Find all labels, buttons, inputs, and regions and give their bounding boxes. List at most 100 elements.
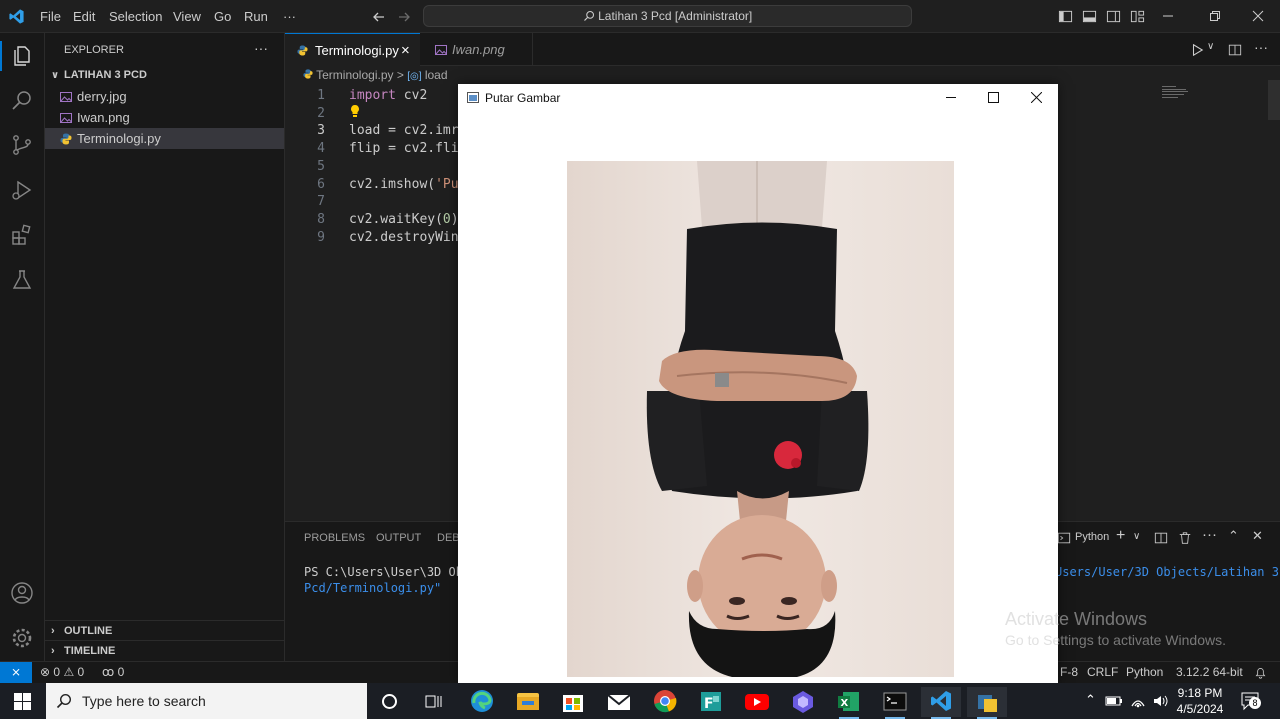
search-placeholder: Type here to search — [82, 693, 206, 709]
wifi-icon[interactable] — [1130, 693, 1146, 709]
windows-taskbar: Type here to search F X ⌃ 9:18 PM 4/5/20… — [0, 683, 1280, 719]
folder-latihan-3-pcd[interactable]: ∨ LATIHAN 3 PCD — [45, 65, 284, 86]
close-panel-icon[interactable]: ✕ — [1252, 528, 1263, 544]
timeline-section[interactable]: › TIMELINE — [45, 640, 284, 661]
menu-run[interactable]: Run — [244, 9, 268, 24]
task-view-icon[interactable] — [425, 693, 443, 710]
file-explorer-taskbar-icon[interactable] — [508, 687, 548, 717]
accounts-icon[interactable] — [10, 581, 34, 605]
copilot-taskbar-icon[interactable] — [783, 687, 823, 717]
tab-iwan-png[interactable]: Iwan.png — [421, 33, 533, 66]
settings-gear-icon[interactable] — [10, 626, 34, 650]
file-iwan-png[interactable]: Iwan.png — [45, 107, 284, 128]
split-terminal-icon[interactable] — [1154, 531, 1168, 545]
search-view-icon[interactable] — [10, 88, 34, 112]
windows-start-icon[interactable] — [14, 693, 31, 710]
toggle-panel-icon[interactable] — [1082, 9, 1097, 24]
excel-taskbar-icon[interactable]: X — [829, 687, 869, 719]
show-hidden-icons-chevron-icon[interactable]: ⌃ — [1085, 692, 1096, 708]
cortana-circle-icon[interactable] — [381, 693, 398, 710]
tab-terminologi-py[interactable]: Terminologi.py × — [285, 33, 420, 66]
editor-more-actions-icon[interactable]: ··· — [1254, 39, 1268, 55]
volume-icon[interactable] — [1152, 693, 1168, 709]
action-center-button[interactable]: 8 — [1240, 691, 1261, 711]
file-terminologi-py[interactable]: Terminologi.py — [45, 128, 284, 149]
new-terminal-plus-icon[interactable]: + — [1116, 527, 1125, 545]
close-window-icon[interactable] — [1252, 10, 1264, 22]
panel-more-icon[interactable]: ··· — [1202, 526, 1217, 543]
encoding-status[interactable]: F-8 — [1060, 662, 1078, 683]
testing-flask-icon[interactable] — [10, 268, 34, 292]
breadcrumb-symbol[interactable]: load — [425, 68, 448, 82]
battery-icon[interactable] — [1105, 694, 1123, 708]
menu-go[interactable]: Go — [214, 9, 231, 24]
maximize-panel-chevron-icon[interactable]: ⌃ — [1228, 528, 1239, 544]
chevron-down-icon: ∨ — [51, 70, 60, 81]
lightbulb-icon[interactable] — [349, 104, 361, 122]
outline-section[interactable]: › OUTLINE — [45, 620, 284, 641]
breadcrumb: Terminologi.py > [◎] load — [303, 68, 448, 84]
trash-icon[interactable] — [1178, 531, 1192, 545]
menu-edit[interactable]: Edit — [73, 9, 95, 24]
split-editor-icon[interactable] — [1228, 43, 1242, 57]
back-arrow-icon[interactable] — [371, 9, 387, 25]
watermark-title: Activate Windows — [1005, 609, 1148, 629]
menu-more[interactable]: ··· — [283, 9, 296, 24]
toggle-sidebar-icon[interactable] — [1058, 9, 1073, 24]
file-derry-jpg[interactable]: derry.jpg — [45, 86, 284, 107]
image-file-icon — [60, 113, 72, 123]
explorer-icon[interactable] — [10, 44, 34, 68]
terminal-dropdown-chevron-icon[interactable]: ∨ — [1133, 531, 1140, 542]
terminal-line-1: PS C:\Users\User\3D Obje — [304, 565, 478, 579]
line-number: 5 — [317, 159, 325, 174]
cv-minimize-icon[interactable] — [946, 92, 957, 103]
editor-scrollbar[interactable] — [1268, 80, 1280, 120]
youtube-taskbar-icon[interactable] — [737, 687, 777, 717]
opencv-window-titlebar[interactable]: Putar Gambar — [458, 84, 1058, 112]
language-status[interactable]: Python — [1126, 662, 1163, 683]
microsoft-store-taskbar-icon[interactable] — [553, 687, 593, 717]
python-taskbar-icon[interactable] — [967, 687, 1007, 719]
extensions-icon[interactable] — [10, 223, 34, 247]
ports-indicator[interactable]: ꝏ 0 — [102, 662, 124, 683]
minimap[interactable] — [1162, 86, 1194, 104]
cv-maximize-icon[interactable] — [988, 92, 999, 103]
menu-file[interactable]: File — [40, 9, 61, 24]
forward-arrow-icon[interactable] — [396, 9, 412, 25]
edge-taskbar-icon[interactable] — [462, 687, 502, 717]
system-clock[interactable]: 9:18 PM 4/5/2024 — [1172, 685, 1228, 717]
command-center-search[interactable]: Latihan 3 Pcd [Administrator] — [423, 5, 912, 27]
notifications-bell-icon[interactable] — [1254, 666, 1267, 679]
run-python-file-icon[interactable] — [1190, 43, 1204, 57]
menu-selection[interactable]: Selection — [109, 9, 162, 24]
close-tab-icon[interactable]: × — [401, 34, 410, 67]
source-control-icon[interactable] — [10, 133, 34, 157]
problems-indicator[interactable]: ⊗ 0 ⚠ 0 — [40, 662, 84, 683]
panel-tab-output[interactable]: OUTPUT — [376, 532, 421, 544]
cv-close-icon[interactable] — [1031, 92, 1042, 103]
toggle-secondary-sidebar-icon[interactable] — [1106, 9, 1121, 24]
explorer-more-button[interactable]: ··· — [254, 40, 268, 56]
customize-layout-icon[interactable] — [1130, 9, 1145, 24]
chrome-taskbar-icon[interactable] — [645, 687, 685, 717]
image-file-icon — [435, 45, 447, 55]
interpreter-status[interactable]: 3.12.2 64-bit — [1176, 662, 1243, 683]
minimize-icon[interactable] — [1162, 10, 1174, 22]
clock-time: 9:18 PM — [1177, 686, 1223, 700]
mail-taskbar-icon[interactable] — [599, 687, 639, 717]
run-dropdown-chevron-icon[interactable]: ∨ — [1207, 41, 1214, 52]
python-file-icon — [303, 69, 313, 79]
menu-view[interactable]: View — [173, 9, 201, 24]
breadcrumb-file[interactable]: Terminologi.py — [316, 68, 393, 82]
app-f-taskbar-icon[interactable]: F — [691, 687, 731, 717]
terminal-name[interactable]: Python — [1075, 531, 1109, 543]
eol-status[interactable]: CRLF — [1087, 662, 1118, 683]
remote-indicator-icon[interactable]: ⨯ — [0, 662, 32, 683]
code-line-waitkey: cv2.waitKey(0) — [349, 212, 459, 227]
vscode-taskbar-icon[interactable] — [921, 687, 961, 719]
terminal-taskbar-icon[interactable] — [875, 687, 915, 719]
panel-tab-problems[interactable]: PROBLEMS — [304, 532, 365, 544]
taskbar-search-box[interactable]: Type here to search — [46, 683, 367, 719]
run-debug-icon[interactable] — [10, 178, 34, 202]
restore-icon[interactable] — [1209, 10, 1221, 22]
